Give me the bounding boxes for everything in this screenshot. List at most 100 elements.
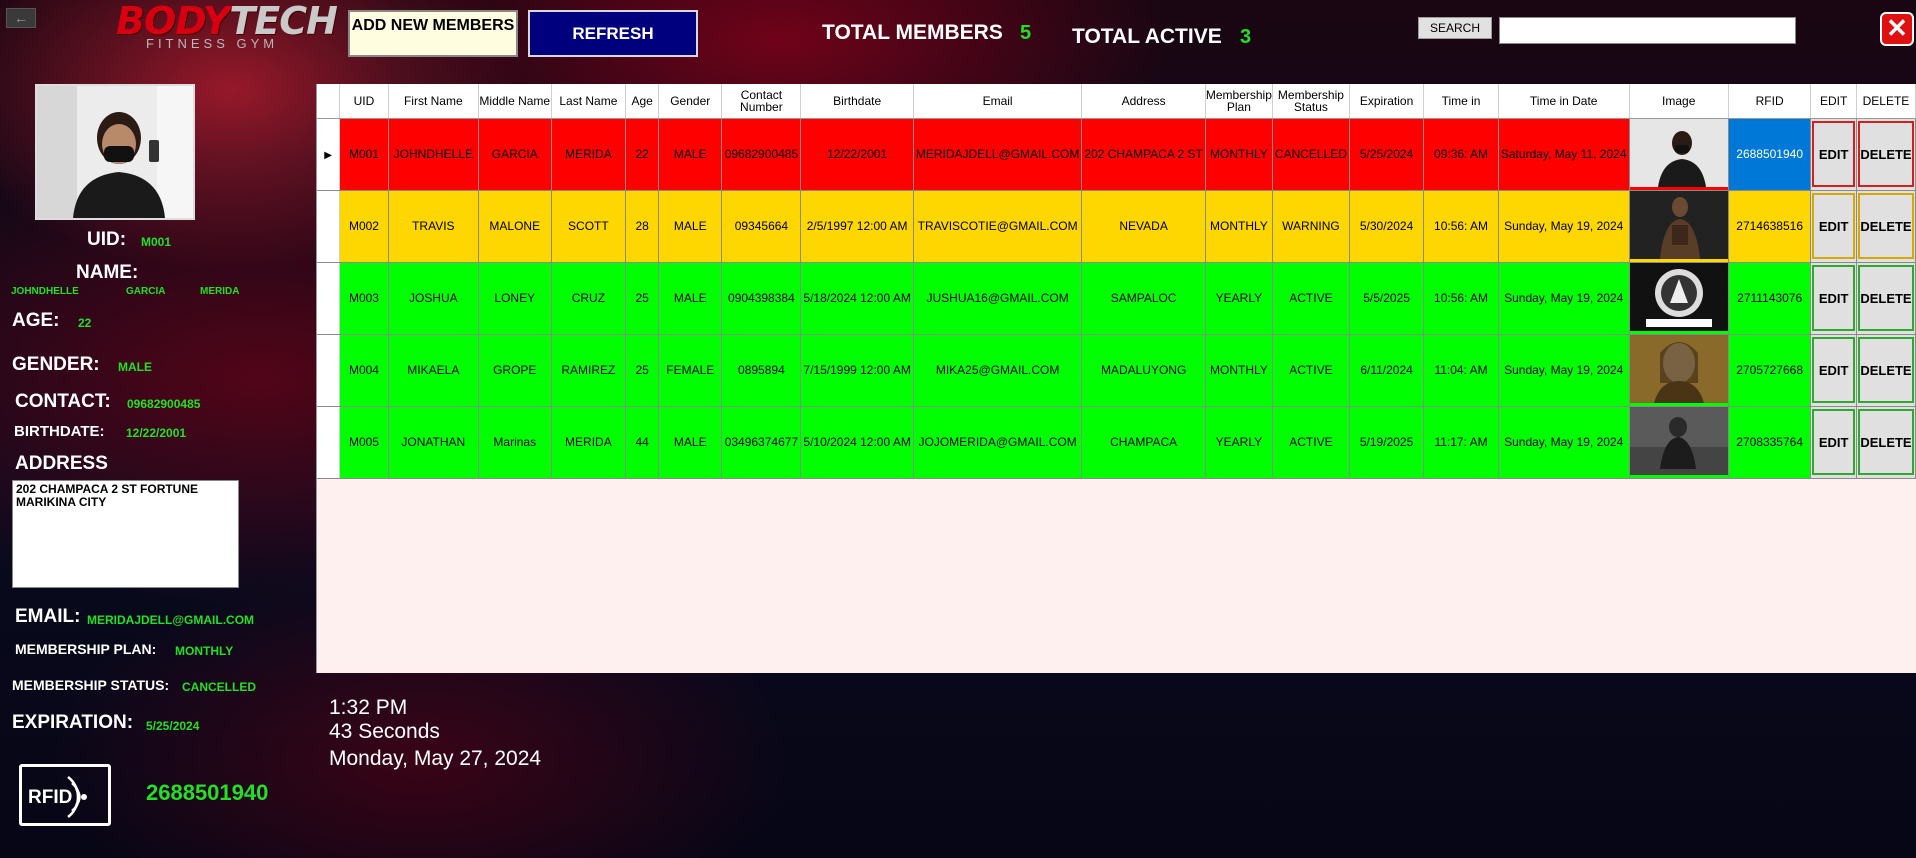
cell-address[interactable]: MADALUYONG [1081,334,1206,407]
column-header[interactable]: Image [1629,84,1729,119]
cell-contact[interactable]: 09345664 [721,190,802,263]
cell-birthdate[interactable]: 12/22/2001 [800,118,914,191]
cell-rfid[interactable]: 2714638516 [1728,190,1812,263]
cell-expiration[interactable]: 6/11/2024 [1349,334,1425,407]
cell-first[interactable]: TRAVIS [388,190,479,263]
cell-plan[interactable]: YEARLY [1205,262,1273,335]
cell-time_in[interactable]: 11:17: AM [1423,406,1499,479]
cell-birthdate[interactable]: 5/18/2024 12:00 AM [800,262,914,335]
cell-uid[interactable]: M001 [339,118,389,191]
cell-plan[interactable]: MONTHLY [1205,190,1273,263]
cell-first[interactable]: JONATHAN [388,406,479,479]
cell-first[interactable]: JOHNDHELLE [388,118,479,191]
column-header[interactable]: Birthdate [800,84,914,119]
refresh-button[interactable]: REFRESH [528,10,698,57]
add-new-members-button[interactable]: ADD NEW MEMBERS [348,10,518,57]
column-header[interactable]: Membership Plan [1205,84,1273,119]
address-textbox[interactable]: 202 CHAMPACA 2 ST FORTUNE MARIKINA CITY [12,480,239,588]
cell-plan[interactable]: MONTHLY [1205,118,1273,191]
cell-last[interactable]: MERIDA [551,406,627,479]
edit-button[interactable]: EDIT [1810,118,1857,191]
row-selector[interactable]: ▶ [317,118,341,191]
cell-status[interactable]: WARNING [1272,190,1350,263]
table-row[interactable]: M005 JONATHAN Marinas MERIDA 44 MALE 034963746… [317,406,1916,479]
close-icon[interactable]: ✕ [1880,12,1914,46]
cell-email[interactable]: MIKA25@GMAIL.COM [913,334,1083,407]
cell-time_in[interactable]: 11:04: AM [1423,334,1499,407]
cell-birthdate[interactable]: 2/5/1997 12:00 AM [800,190,914,263]
cell-expiration[interactable]: 5/19/2025 [1349,406,1425,479]
column-header[interactable]: EDIT [1810,84,1857,119]
cell-time_in[interactable]: 09:36: AM [1423,118,1499,191]
cell-email[interactable]: JUSHUA16@GMAIL.COM [913,262,1083,335]
cell-contact[interactable]: 0904398384 [721,262,802,335]
cell-gender[interactable]: FEMALE [658,334,723,407]
cell-time_in_date[interactable]: Sunday, May 19, 2024 [1498,190,1630,263]
cell-time_in_date[interactable]: Sunday, May 19, 2024 [1498,262,1630,335]
row-selector[interactable] [317,334,341,407]
cell-contact[interactable]: 0895894 [721,334,802,407]
cell-expiration[interactable]: 5/30/2024 [1349,190,1425,263]
cell-image[interactable] [1629,190,1729,263]
cell-first[interactable]: MIKAELA [388,334,479,407]
column-header[interactable]: UID [339,84,389,119]
table-row[interactable]: M002 TRAVIS MALONE SCOTT 28 MALE 09345664 2/5/1… [317,190,1916,263]
column-header[interactable]: Middle Name [478,84,552,119]
cell-uid[interactable]: M005 [339,406,389,479]
cell-image[interactable] [1629,262,1729,335]
row-selector[interactable] [317,262,341,335]
cell-time_in_date[interactable]: Sunday, May 19, 2024 [1498,406,1630,479]
cell-rfid[interactable]: 2705727668 [1728,334,1812,407]
cell-middle[interactable]: GROPE [478,334,552,407]
cell-uid[interactable]: M002 [339,190,389,263]
cell-age[interactable]: 44 [625,406,660,479]
cell-age[interactable]: 22 [625,118,660,191]
cell-time_in[interactable]: 10:56: AM [1423,262,1499,335]
members-grid[interactable]: UID First Name Middle Name Last Name Age… [316,84,1916,673]
cell-email[interactable]: MERIDAJDELL@GMAIL.COM [913,118,1083,191]
cell-time_in_date[interactable]: Saturday, May 11, 2024 [1498,118,1630,191]
cell-last[interactable]: MERIDA [551,118,627,191]
cell-gender[interactable]: MALE [658,118,723,191]
cell-age[interactable]: 25 [625,334,660,407]
column-header[interactable]: Expiration [1349,84,1425,119]
edit-button[interactable]: EDIT [1810,334,1857,407]
cell-expiration[interactable]: 5/5/2025 [1349,262,1425,335]
edit-button[interactable]: EDIT [1810,262,1857,335]
cell-gender[interactable]: MALE [658,406,723,479]
cell-expiration[interactable]: 5/25/2024 [1349,118,1425,191]
delete-button[interactable]: DELETE [1856,190,1916,263]
cell-birthdate[interactable]: 5/10/2024 12:00 AM [800,406,914,479]
cell-middle[interactable]: MALONE [478,190,552,263]
column-header[interactable]: Gender [658,84,723,119]
delete-button[interactable]: DELETE [1856,118,1916,191]
cell-last[interactable]: SCOTT [551,190,627,263]
column-header[interactable]: Time in [1423,84,1499,119]
column-header[interactable]: Age [625,84,660,119]
cell-time_in_date[interactable]: Sunday, May 19, 2024 [1498,334,1630,407]
cell-address[interactable]: NEVADA [1081,190,1206,263]
cell-first[interactable]: JOSHUA [388,262,479,335]
cell-status[interactable]: ACTIVE [1272,262,1350,335]
row-selector[interactable] [317,190,341,263]
cell-address[interactable]: SAMPALOC [1081,262,1206,335]
cell-status[interactable]: ACTIVE [1272,406,1350,479]
column-header[interactable]: Time in Date [1498,84,1630,119]
cell-middle[interactable]: GARCIA [478,118,552,191]
cell-contact[interactable]: 09682900485 [721,118,802,191]
delete-button[interactable]: DELETE [1856,406,1916,479]
cell-gender[interactable]: MALE [658,190,723,263]
column-header[interactable]: Email [913,84,1083,119]
cell-address[interactable]: CHAMPACA [1081,406,1206,479]
column-header[interactable]: RFID [1728,84,1812,119]
cell-gender[interactable]: MALE [658,262,723,335]
cell-image[interactable] [1629,118,1729,191]
cell-email[interactable]: JOJOMERIDA@GMAIL.COM [913,406,1083,479]
row-selector[interactable] [317,406,341,479]
search-input[interactable] [1499,17,1796,44]
cell-last[interactable]: RAMIREZ [551,334,627,407]
table-row[interactable]: M003 JOSHUA LONEY CRUZ 25 MALE 0904398384 5/18/… [317,262,1916,335]
cell-age[interactable]: 25 [625,262,660,335]
cell-contact[interactable]: 03496374677 [721,406,802,479]
edit-button[interactable]: EDIT [1810,406,1857,479]
